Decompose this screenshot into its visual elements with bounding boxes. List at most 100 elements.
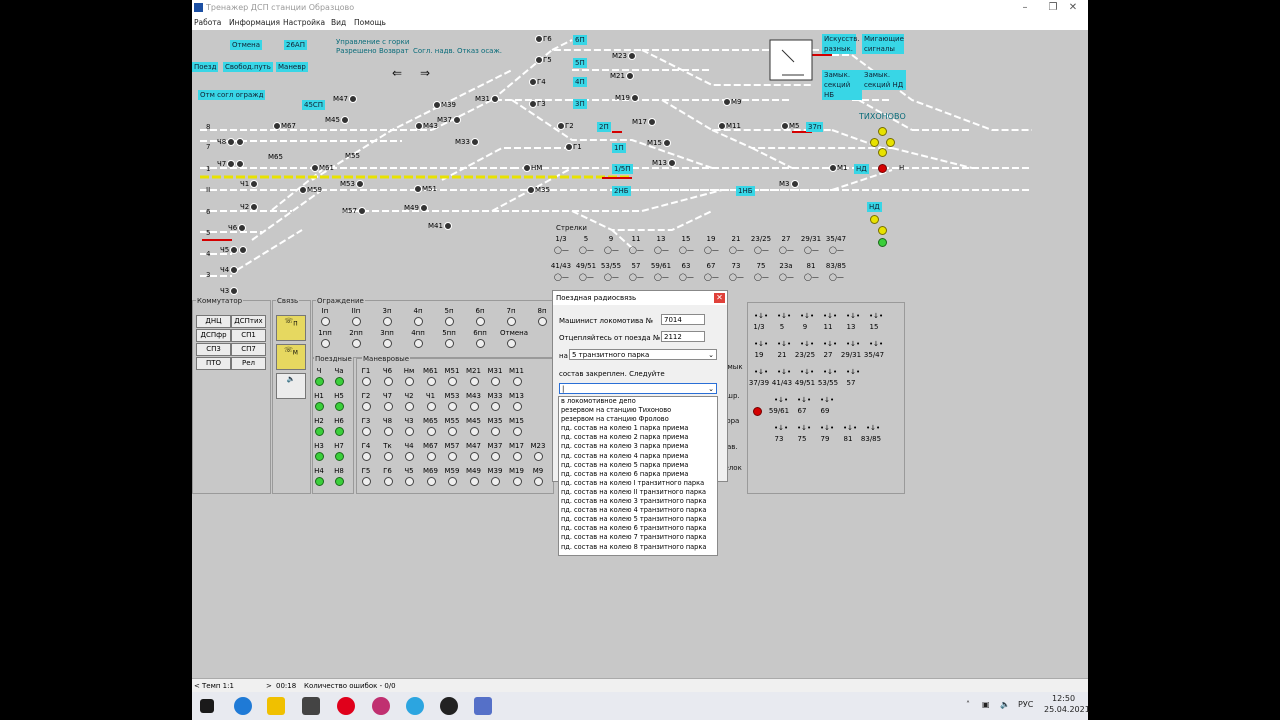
switch-icon[interactable]: ◯— <box>629 273 644 281</box>
train-signal-lamp[interactable] <box>335 477 344 486</box>
shunt-signal-lamp[interactable] <box>426 377 436 386</box>
clock-date[interactable]: 25.04.2021 <box>1044 705 1090 714</box>
signal-m21[interactable]: М21 <box>610 72 634 80</box>
signal-m47[interactable]: М47 <box>333 95 357 103</box>
destination-option[interactable]: пд. состав на колею 7 транзитного парка <box>559 533 717 542</box>
section-1p[interactable]: 1П <box>612 143 626 153</box>
shunt-signal-lamp[interactable] <box>362 427 371 436</box>
signal-m67[interactable]: М67 <box>272 122 296 130</box>
commutator-rel-button[interactable]: Рел <box>231 357 266 370</box>
destination-option[interactable]: пд. состав на колею II транзитного парка <box>559 488 717 497</box>
destination-option[interactable]: пд. состав на колею 1 парка приема <box>559 424 717 433</box>
switch-control-dots[interactable]: •↓• <box>823 340 837 348</box>
switch-icon[interactable]: ◯— <box>779 273 794 281</box>
destination-option[interactable]: пд. состав на колею 8 транзитного парка <box>559 543 717 552</box>
signal-m57[interactable]: М57 <box>342 207 366 215</box>
hump-agree-label[interactable]: Согл. надв. <box>413 47 455 55</box>
switch-icon[interactable]: ◯— <box>704 246 719 254</box>
shunt-signal-lamp[interactable] <box>383 427 393 436</box>
signal-g2[interactable]: Г2 <box>556 122 574 130</box>
shunt-signal-lamp[interactable] <box>448 477 457 486</box>
switch-icon[interactable]: ◯— <box>554 246 569 254</box>
destination-option[interactable]: пд. состав на колею 3 транзитного парка <box>559 497 717 506</box>
switch-control-dots[interactable]: •↓• <box>774 396 788 404</box>
train-signal-lamp[interactable] <box>335 452 344 461</box>
signal-m13[interactable]: М13 <box>652 159 676 167</box>
menu-work[interactable]: Работа <box>194 18 221 27</box>
section-6p[interactable]: 6П <box>573 35 587 45</box>
signal-ch1[interactable]: Ч1 <box>240 180 259 188</box>
signal-m31[interactable]: М31 <box>475 95 499 103</box>
switch-icon[interactable]: ◯— <box>554 273 569 281</box>
fencing-lamp[interactable] <box>321 339 330 348</box>
maneuver-button[interactable]: Маневр <box>276 62 308 72</box>
switch-control-dots[interactable]: •↓• <box>869 340 883 348</box>
dialog-close-button[interactable]: ✕ <box>714 293 725 303</box>
switch-icon[interactable]: ◯— <box>829 246 844 254</box>
signal-m33[interactable]: М33 <box>455 138 479 146</box>
ap-26-button[interactable]: 26АП <box>284 40 307 50</box>
signal-m61[interactable]: М61 <box>310 164 334 172</box>
destination-option[interactable]: пд. состав на колею 4 парка приема <box>559 452 717 461</box>
switch-control-dots[interactable]: •↓• <box>797 396 811 404</box>
switch-control-dots[interactable]: •↓• <box>846 340 860 348</box>
switch-control-dots[interactable]: •↓• <box>754 312 768 320</box>
menu-settings[interactable]: Настройка <box>283 18 325 27</box>
switch-icon[interactable]: ◯— <box>729 273 744 281</box>
menu-view[interactable]: Вид <box>331 18 346 27</box>
switch-icon[interactable]: ◯— <box>679 273 694 281</box>
destination-option[interactable]: резервом на станцию Фролово <box>559 415 717 424</box>
switch-icon[interactable]: ◯— <box>629 246 644 254</box>
shunt-signal-lamp[interactable] <box>405 402 414 411</box>
signal-m41[interactable]: М41 <box>428 222 452 230</box>
switch-control-dots[interactable]: •↓• <box>754 340 768 348</box>
shunt-signal-lamp[interactable] <box>383 452 393 461</box>
fencing-lamp[interactable] <box>352 317 361 326</box>
shunt-signal-lamp[interactable] <box>491 377 500 386</box>
switch-icon[interactable]: ◯— <box>779 246 794 254</box>
switch-icon[interactable]: ◯— <box>829 273 844 281</box>
fencing-lamp[interactable] <box>445 317 454 326</box>
shunt-signal-lamp[interactable] <box>491 402 500 411</box>
shunt-signal-lamp[interactable] <box>512 427 522 436</box>
switch-control-dots[interactable]: •↓• <box>820 396 834 404</box>
tray-up-icon[interactable]: ˄ <box>966 700 970 709</box>
signal-ch2[interactable]: Ч2 <box>240 203 259 211</box>
switch-control-dots[interactable]: •↓• <box>777 312 791 320</box>
section-5p[interactable]: 5П <box>573 58 587 68</box>
switch-icon[interactable]: ◯— <box>654 246 669 254</box>
switch-icon[interactable]: ◯— <box>804 246 819 254</box>
signal-m15[interactable]: М15 <box>647 139 671 147</box>
destination-option[interactable]: пд. состав на колею 2 парка приема <box>559 433 717 442</box>
close-button[interactable]: ✕ <box>1058 1 1088 15</box>
train-signal-lamp[interactable] <box>335 402 344 411</box>
shunt-signal-lamp[interactable] <box>469 402 479 411</box>
train-button[interactable]: Поезд <box>192 62 219 72</box>
destination-option[interactable]: пд. состав на колею I транзитного парка <box>559 479 717 488</box>
switch-icon[interactable]: ◯— <box>754 246 769 254</box>
destination-option[interactable]: резервом на станцию Тихоново <box>559 406 717 415</box>
lock-nb-button[interactable]: Замык. секций НБ <box>822 70 862 100</box>
signal-ch4[interactable]: Ч4 <box>220 266 239 274</box>
phone-train-button[interactable]: ☏П <box>276 315 306 341</box>
record-icon[interactable] <box>440 697 458 715</box>
signal-m65[interactable]: М65 <box>268 153 283 161</box>
telegram-icon[interactable] <box>406 697 424 715</box>
network-icon[interactable]: ▣ <box>982 700 990 709</box>
hump-allowed-label[interactable]: Разрешено <box>336 47 377 55</box>
destination-option[interactable]: в локомотивное депо <box>559 397 717 406</box>
shunt-signal-lamp[interactable] <box>512 402 522 411</box>
commutator-pto-button[interactable]: ПТО <box>196 357 231 370</box>
app-icon-pink[interactable] <box>372 697 390 715</box>
destination-option[interactable]: пд. состав на колею 5 транзитного парка <box>559 515 717 524</box>
arrow-right-icon[interactable]: ⇒ <box>420 66 430 80</box>
shunt-signal-lamp[interactable] <box>426 427 436 436</box>
signal-m39[interactable]: М39 <box>432 101 456 109</box>
fencing-lamp[interactable] <box>414 339 423 348</box>
train-signal-lamp[interactable] <box>335 377 344 386</box>
fencing-lamp[interactable] <box>414 317 423 326</box>
switch-control-dots[interactable]: •↓• <box>823 312 837 320</box>
shunt-signal-lamp[interactable] <box>512 377 522 386</box>
shunt-signal-lamp[interactable] <box>405 377 414 386</box>
switch-icon[interactable]: ◯— <box>679 246 694 254</box>
